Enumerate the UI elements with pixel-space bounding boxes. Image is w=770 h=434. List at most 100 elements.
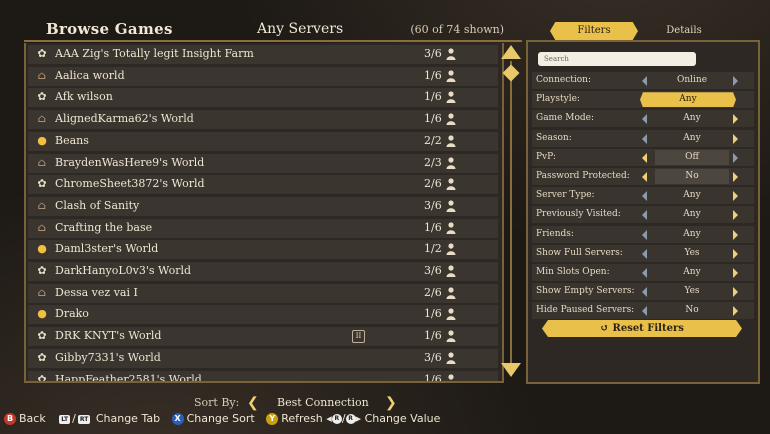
sort-label: Sort By:: [194, 396, 240, 409]
filter-prev-arrow-icon[interactable]: [642, 172, 647, 182]
scroll-down-arrow-icon[interactable]: [501, 363, 521, 377]
player-count: 3/6: [424, 350, 442, 364]
filter-value[interactable]: Off: [655, 149, 729, 165]
filter-value[interactable]: Any: [655, 209, 729, 219]
filter-next-arrow-icon[interactable]: [733, 306, 738, 317]
cabin-icon: ⌂: [37, 112, 47, 126]
filter-next-arrow-icon[interactable]: [733, 191, 738, 202]
filter-value[interactable]: Any: [655, 190, 729, 200]
player-count: 1/6: [424, 68, 442, 82]
player-icon: [446, 308, 456, 321]
server-row[interactable]: ✿ Afk wilson 1/6: [28, 88, 498, 108]
filter-value[interactable]: Any: [655, 229, 729, 239]
filter-label: Server Type:: [536, 190, 595, 201]
refresh-hint[interactable]: Refresh: [281, 412, 323, 425]
filter-next-arrow-icon[interactable]: [733, 229, 738, 240]
filter-prev-arrow-icon[interactable]: [642, 133, 647, 144]
filter-value[interactable]: Any: [655, 267, 729, 277]
filter-row[interactable]: Show Full Servers: Yes: [532, 244, 754, 262]
filter-value[interactable]: Yes: [655, 286, 729, 296]
filter-row[interactable]: Connection: Online: [532, 72, 754, 89]
server-row[interactable]: ⌂ Clash of Sanity 3/6: [28, 196, 498, 216]
filter-next-arrow-icon[interactable]: [733, 287, 738, 298]
back-hint[interactable]: Back: [19, 412, 46, 425]
server-row[interactable]: ✿ ChromeSheet3872's World 2/6: [28, 175, 498, 195]
server-row[interactable]: ● Beans 2/2: [28, 131, 498, 151]
filter-row[interactable]: Previously Visited: Any: [532, 206, 754, 224]
filter-row[interactable]: Server Type: Any: [532, 187, 754, 205]
player-icon: [446, 200, 456, 212]
scroll-up-arrow-icon[interactable]: [501, 45, 521, 59]
filter-prev-arrow-icon[interactable]: [642, 114, 647, 125]
server-name: HappFeather2581's World: [55, 372, 202, 383]
filter-row[interactable]: Game Mode: Any: [532, 110, 754, 128]
filter-prev-arrow-icon[interactable]: [642, 229, 647, 240]
server-name: Afk wilson: [55, 90, 113, 104]
filter-row[interactable]: Password Protected: No: [532, 168, 754, 185]
filter-label: Previously Visited:: [536, 209, 621, 220]
server-row[interactable]: ● Drako 1/6: [28, 305, 498, 325]
server-list-scrollbar[interactable]: [500, 43, 522, 381]
filter-value[interactable]: Any: [655, 133, 729, 143]
y-button-icon: Y: [266, 413, 279, 425]
filter-next-arrow-icon[interactable]: [733, 248, 738, 259]
player-icon: [446, 287, 456, 299]
server-name: Aalica world: [55, 68, 125, 82]
scroll-track[interactable]: [510, 61, 512, 363]
filter-value[interactable]: No: [655, 305, 729, 315]
filter-row[interactable]: Min Slots Open: Any: [532, 264, 754, 281]
server-row[interactable]: ⌂ BraydenWasHere9's World 2/3: [28, 153, 498, 173]
scroll-thumb[interactable]: [502, 64, 520, 82]
sort-value[interactable]: Best Connection: [277, 396, 369, 409]
filter-value[interactable]: No: [655, 169, 729, 184]
filter-prev-arrow-icon[interactable]: [642, 287, 647, 298]
filter-value[interactable]: Any: [655, 113, 729, 123]
filter-prev-arrow-icon[interactable]: [642, 306, 647, 317]
server-row[interactable]: ✿ HappFeather2581's World 1/6: [28, 370, 498, 383]
player-count: 3/6: [424, 264, 442, 277]
server-row[interactable]: ✿ DRK KNYT's World II 1/6: [28, 327, 498, 347]
filter-next-arrow-icon[interactable]: [733, 133, 738, 144]
filter-next-arrow-icon[interactable]: [733, 152, 738, 163]
change-value-hint[interactable]: Change Value: [365, 412, 441, 425]
reset-filters-button[interactable]: ↺ Reset Filters: [542, 320, 742, 337]
filter-next-arrow-icon[interactable]: [733, 76, 738, 86]
server-row[interactable]: ✿ AAA Zig's Totally legit Insight Farm 3/6: [28, 45, 498, 64]
filter-prev-arrow-icon[interactable]: [642, 76, 647, 86]
filter-prev-arrow-icon[interactable]: [642, 268, 647, 278]
filter-prev-arrow-icon[interactable]: [642, 152, 647, 163]
filter-row[interactable]: Playstyle: Any: [532, 91, 754, 109]
sort-prev-icon[interactable]: ❮: [247, 395, 259, 411]
filter-value[interactable]: Online: [655, 75, 729, 85]
server-row[interactable]: ⌂ Crafting the base 1/6: [28, 218, 498, 238]
gear-icon: ✿: [37, 372, 47, 383]
filter-row[interactable]: Hide Paused Servers: No: [532, 302, 754, 320]
search-input[interactable]: Search: [538, 52, 696, 66]
tab-filters[interactable]: Filters: [550, 22, 638, 40]
filter-next-arrow-icon[interactable]: [733, 172, 738, 182]
filter-row[interactable]: Show Empty Servers: Yes: [532, 283, 754, 301]
filter-next-arrow-icon[interactable]: [733, 114, 738, 125]
server-row[interactable]: ⌂ AlignedKarma62's World 1/6: [28, 110, 498, 130]
server-row[interactable]: ✿ DarkHanyoL0v3's World 3/6: [28, 262, 498, 281]
filter-prev-arrow-icon[interactable]: [642, 191, 647, 202]
filter-value[interactable]: Yes: [655, 248, 729, 258]
filter-prev-arrow-icon[interactable]: [642, 248, 647, 259]
tab-details[interactable]: Details: [642, 22, 726, 40]
player-count: 1/6: [424, 220, 442, 234]
filter-value[interactable]: Any: [640, 92, 736, 108]
filter-row[interactable]: Season: Any: [532, 129, 754, 147]
sort-next-icon[interactable]: ❯: [385, 395, 397, 411]
filter-next-arrow-icon[interactable]: [733, 268, 738, 278]
filter-row[interactable]: Friends: Any: [532, 225, 754, 243]
player-count: 2/6: [424, 285, 442, 299]
server-row[interactable]: ✿ Gibby7331's World 3/6: [28, 348, 498, 368]
change-tab-hint[interactable]: Change Tab: [96, 412, 160, 425]
server-row[interactable]: ⌂ Dessa vez vai I 2/6: [28, 283, 498, 303]
filter-row[interactable]: PvP: Off: [532, 148, 754, 166]
filter-next-arrow-icon[interactable]: [733, 210, 738, 221]
filter-prev-arrow-icon[interactable]: [642, 210, 647, 221]
server-row[interactable]: ⌂ Aalica world 1/6: [28, 66, 498, 86]
server-row[interactable]: ● Daml3ster's World 1/2: [28, 240, 498, 260]
change-sort-hint[interactable]: Change Sort: [187, 412, 255, 425]
